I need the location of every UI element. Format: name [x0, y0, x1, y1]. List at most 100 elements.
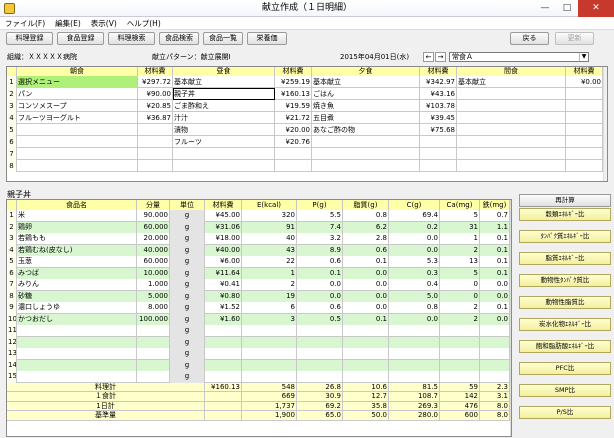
ingredient-cell[interactable]: g [170, 371, 205, 383]
ingredient-cell[interactable] [137, 348, 170, 360]
meal-grid-cell[interactable] [138, 124, 173, 136]
ingredient-cell[interactable]: 0.0 [389, 233, 440, 245]
ingredient-cell[interactable] [480, 348, 510, 360]
ingredient-cell[interactable] [480, 371, 510, 383]
ingredient-cell[interactable] [297, 336, 343, 348]
meal-grid-cell[interactable] [138, 160, 173, 172]
ingredient-cell[interactable]: 43 [242, 244, 297, 256]
ingredient-cell[interactable]: 6 [242, 302, 297, 314]
ingredient-cell[interactable] [480, 336, 510, 348]
ratio-button[interactable]: SMP比 [519, 384, 611, 397]
prev-day-button[interactable]: ← [423, 52, 434, 62]
ingredient-cell[interactable] [297, 325, 343, 337]
meal-grid-cell[interactable] [566, 112, 603, 124]
ingredient-cell[interactable]: 0.0 [343, 267, 389, 279]
ingredient-cell[interactable]: 1.000 [137, 279, 170, 291]
meal-grid-cell[interactable]: ¥90.00 [138, 88, 173, 100]
ingredient-cell[interactable]: 0 [440, 279, 480, 291]
ingredient-cell[interactable]: 0.0 [480, 313, 510, 325]
ingredient-cell[interactable]: 31 [440, 221, 480, 233]
ingredient-cell[interactable]: 100.000 [137, 313, 170, 325]
ingredient-cell[interactable]: 0.0 [480, 290, 510, 302]
meal-grid-cell[interactable] [17, 160, 138, 172]
next-day-button[interactable]: → [435, 52, 446, 62]
meal-type-select[interactable]: 常食Ａ ▼ [449, 52, 589, 62]
meal-grid-cell[interactable]: ¥20.00 [275, 124, 312, 136]
meal-grid-cell[interactable]: ¥0.00 [566, 76, 603, 88]
ingredient-cell[interactable]: 0.6 [343, 244, 389, 256]
ingredient-cell[interactable] [17, 325, 137, 337]
ingredient-cell[interactable]: ¥11.64 [205, 267, 242, 279]
menu-help[interactable]: ヘルプ(H) [122, 17, 166, 29]
meal-grid-cell[interactable]: ¥43.16 [420, 88, 457, 100]
ingredient-cell[interactable] [389, 348, 440, 360]
ingredient-cell[interactable]: 6.2 [343, 221, 389, 233]
maximize-button[interactable]: □ [556, 0, 578, 17]
ingredient-cell[interactable]: 10.000 [137, 267, 170, 279]
ingredient-cell[interactable]: g [170, 325, 205, 337]
ingredient-cell[interactable]: g [170, 233, 205, 245]
ingredient-cell[interactable]: 0.1 [480, 233, 510, 245]
ingredient-cell[interactable]: 0.1 [343, 256, 389, 268]
ingredient-cell[interactable]: 0.1 [297, 267, 343, 279]
ingredient-cell[interactable]: 0.8 [389, 302, 440, 314]
ingredient-cell[interactable]: 砂糖 [17, 290, 137, 302]
ingredient-cell[interactable]: 1 [440, 233, 480, 245]
ratio-button[interactable]: 炭水化物ｴﾈﾙｷﾞｰ比 [519, 318, 611, 331]
food-register-button[interactable]: 食品登録 [57, 32, 104, 45]
meal-grid-cell[interactable] [457, 112, 566, 124]
ingredient-cell[interactable] [17, 359, 137, 371]
ingredient-cell[interactable]: 40.000 [137, 244, 170, 256]
ingredient-cell[interactable] [242, 336, 297, 348]
meal-grid-cell[interactable] [312, 160, 420, 172]
ingredient-cell[interactable] [440, 336, 480, 348]
ingredient-cell[interactable]: みりん [17, 279, 137, 291]
meal-grid-cell[interactable] [457, 136, 566, 148]
meal-grid-cell[interactable] [312, 136, 420, 148]
meal-grid-cell[interactable]: ¥19.59 [275, 100, 312, 112]
meal-grid-cell[interactable] [457, 160, 566, 172]
ingredient-cell[interactable]: ¥6.00 [205, 256, 242, 268]
ingredient-cell[interactable]: ¥40.00 [205, 244, 242, 256]
ingredient-cell[interactable]: 米 [17, 210, 137, 222]
ingredient-cell[interactable] [297, 371, 343, 383]
ingredient-cell[interactable]: 0.0 [297, 279, 343, 291]
ingredient-cell[interactable]: 2 [440, 244, 480, 256]
ingredient-cell[interactable]: 0.0 [343, 279, 389, 291]
ingredient-cell[interactable]: g [170, 267, 205, 279]
meal-grid-cell[interactable] [420, 136, 457, 148]
ingredient-cell[interactable]: 3 [242, 313, 297, 325]
ingredient-cell[interactable]: 0 [440, 290, 480, 302]
ingredient-cell[interactable]: 60.000 [137, 221, 170, 233]
meal-grid-cell[interactable]: ¥259.19 [275, 76, 312, 88]
meal-grid-cell[interactable]: ¥297.72 [138, 76, 173, 88]
ingredient-cell[interactable]: 0.4 [389, 279, 440, 291]
ingredient-cell[interactable]: 2.8 [343, 233, 389, 245]
ingredient-cell[interactable]: g [170, 279, 205, 291]
ratio-button[interactable]: 動物性ﾀﾝﾊﾟｸ質比 [519, 274, 611, 287]
ingredient-cell[interactable] [389, 336, 440, 348]
meal-grid-cell[interactable]: ¥20.85 [138, 100, 173, 112]
ingredient-cell[interactable]: ¥0.80 [205, 290, 242, 302]
ingredient-cell[interactable] [137, 371, 170, 383]
meal-grid-cell[interactable] [457, 124, 566, 136]
meal-grid-cell[interactable] [566, 160, 603, 172]
ingredient-cell[interactable]: 7.4 [297, 221, 343, 233]
meal-grid-cell[interactable] [566, 124, 603, 136]
ingredient-cell[interactable]: g [170, 359, 205, 371]
meal-grid-cell[interactable]: あなご酢の物 [312, 124, 420, 136]
meal-grid-cell[interactable] [138, 148, 173, 160]
ingredient-cell[interactable]: 5.000 [137, 290, 170, 302]
ingredient-cell[interactable] [205, 371, 242, 383]
ingredient-cell[interactable]: 5.0 [389, 290, 440, 302]
meal-grid-cell[interactable] [420, 160, 457, 172]
ingredient-cell[interactable]: 3.2 [297, 233, 343, 245]
ingredient-cell[interactable] [242, 371, 297, 383]
ingredient-cell[interactable]: 1.1 [480, 221, 510, 233]
ingredient-cell[interactable]: 5.5 [297, 210, 343, 222]
ratio-button[interactable]: P/S比 [519, 406, 611, 419]
ingredient-cell[interactable] [389, 371, 440, 383]
food-list-button[interactable]: 食品一覧 [203, 32, 243, 45]
ingredient-cell[interactable]: 5 [440, 210, 480, 222]
meal-grid-cell[interactable] [566, 148, 603, 160]
